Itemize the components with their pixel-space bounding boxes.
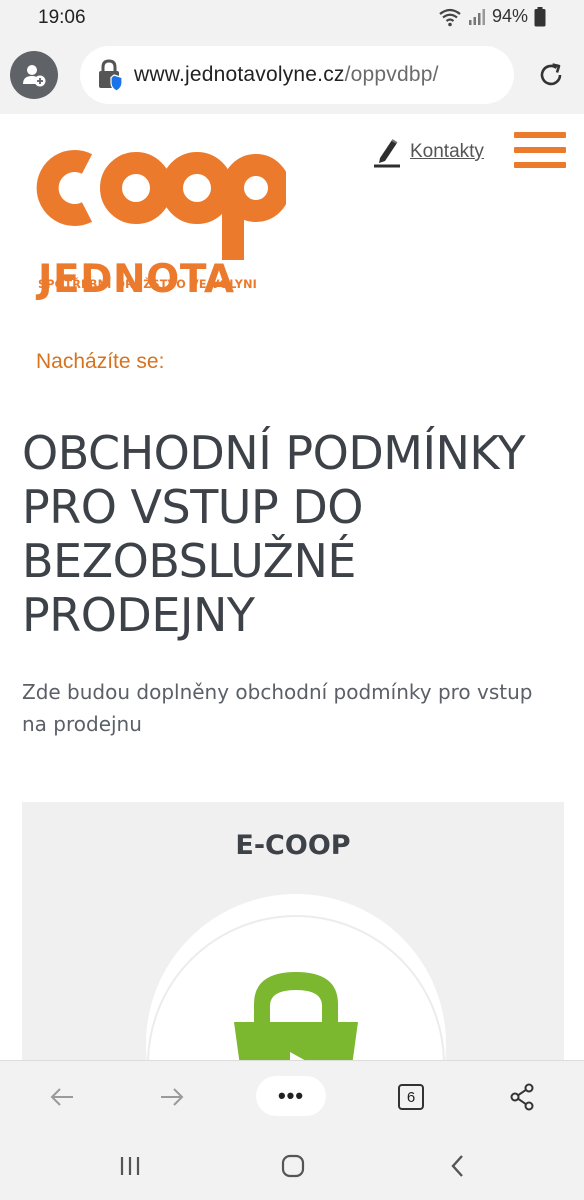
status-bar: 19:06 94% <box>0 0 584 36</box>
wifi-icon <box>438 7 462 27</box>
hamburger-line <box>514 162 566 168</box>
breadcrumb: Nacházíte se: <box>36 350 165 373</box>
profile-button[interactable] <box>10 51 58 99</box>
browser-back-button[interactable] <box>40 1075 84 1119</box>
coop-jednota-logo[interactable]: JEDNOTA <box>34 142 286 299</box>
status-time: 19:06 <box>38 7 86 28</box>
system-nav-bar <box>0 1132 584 1200</box>
browser-toolbar: ••• 6 <box>0 1060 584 1132</box>
web-page: JEDNOTA SPOTŘEBNÍ DRUŽSTVO VE VOLYNI Kon… <box>0 114 584 1060</box>
battery-percentage: 94% <box>491 6 528 26</box>
home-icon <box>281 1154 305 1178</box>
back-arrow-icon <box>50 1088 73 1106</box>
ecoop-card[interactable]: E-COOP <box>22 802 564 1060</box>
coop-logo-mark <box>36 150 286 260</box>
logo-subtitle: SPOTŘEBNÍ DRUŽSTVO VE VOLYNI <box>38 278 258 291</box>
contacts-link-group[interactable]: Kontakty <box>372 136 484 168</box>
pen-icon <box>374 139 400 168</box>
battery-icon <box>534 6 546 27</box>
ecoop-badge <box>146 894 446 1060</box>
recents-icon <box>120 1157 140 1175</box>
url-field[interactable]: www.jednotavolyne.cz/oppvdbp/ <box>80 46 514 104</box>
hamburger-line <box>514 132 566 138</box>
tab-count: 6 <box>406 1088 416 1106</box>
tabs-icon: 6 <box>398 1084 424 1110</box>
url-text: www.jednotavolyne.cz/oppvdbp/ <box>134 63 439 87</box>
system-back-button[interactable] <box>436 1148 480 1184</box>
browser-forward-button[interactable] <box>150 1075 194 1119</box>
back-icon <box>451 1155 463 1177</box>
ecoop-title: E-COOP <box>235 830 351 861</box>
home-button[interactable] <box>271 1148 315 1184</box>
reload-button[interactable] <box>533 57 569 93</box>
page-description: Zde budou doplněny obchodní podmínky pro… <box>22 680 533 736</box>
url-domain: www.jednotavolyne.cz <box>134 63 345 86</box>
browser-address-bar: www.jednotavolyne.cz/oppvdbp/ <box>0 36 584 114</box>
contacts-link[interactable]: Kontakty <box>410 141 484 163</box>
page-title: OBCHODNÍ PODMÍNKY PRO VSTUP DO BEZOBSLUŽ… <box>22 426 526 642</box>
recents-button[interactable] <box>108 1148 152 1184</box>
signal-icon <box>468 8 486 26</box>
forward-arrow-icon <box>161 1088 184 1106</box>
profile-icon <box>23 65 46 87</box>
hamburger-menu-icon[interactable] <box>514 132 566 168</box>
reload-icon <box>540 63 562 86</box>
lock-shield-icon <box>99 59 123 92</box>
hamburger-line <box>514 147 566 153</box>
tabs-button[interactable]: 6 <box>396 1075 426 1119</box>
share-icon <box>510 1083 534 1111</box>
status-icons: 94% <box>438 6 546 27</box>
share-button[interactable] <box>500 1075 544 1119</box>
url-path: /oppvdbp/ <box>344 63 439 86</box>
more-icon[interactable]: ••• <box>256 1076 326 1116</box>
